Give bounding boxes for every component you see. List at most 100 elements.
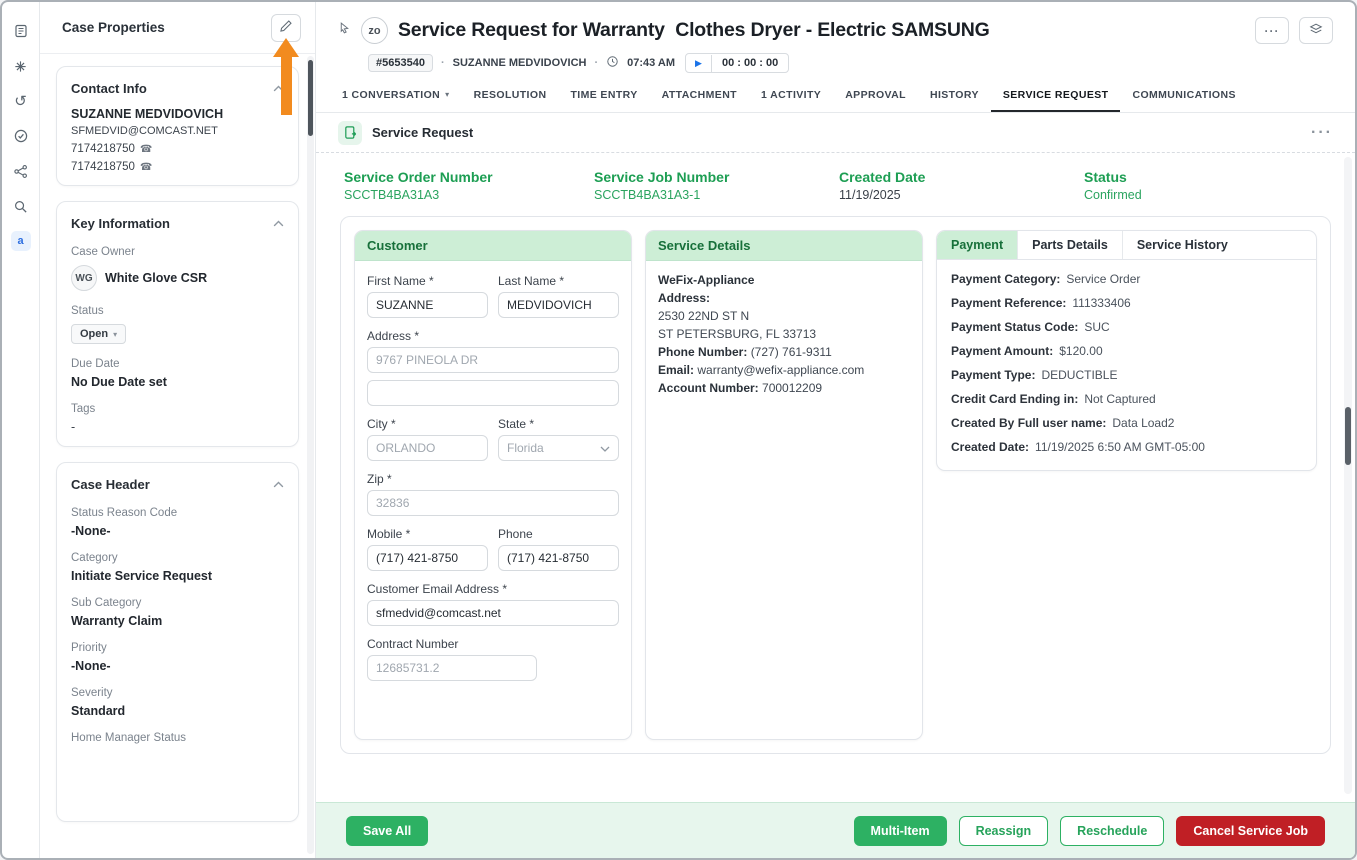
- field-label: Priority: [71, 642, 284, 654]
- contact-name: SUZANNE MEDVIDOVICH: [71, 107, 284, 121]
- case-header-bar: zo Service Request for Warranty Clothes …: [316, 2, 1355, 79]
- service-details-header: Service Details: [646, 231, 922, 261]
- record-tabs: 1 CONVERSATION ▾ RESOLUTION TIME ENTRY A…: [316, 79, 1355, 113]
- reassign-button[interactable]: Reassign: [959, 816, 1049, 846]
- address-line2-input[interactable]: [367, 380, 619, 406]
- address-label: Address *: [367, 329, 619, 343]
- city-label: City *: [367, 417, 488, 431]
- service-request-icon: [338, 121, 362, 145]
- tab-payment[interactable]: Payment: [937, 231, 1018, 259]
- cases-icon[interactable]: [10, 20, 32, 42]
- payment-card: Payment Parts Details Service History Pa…: [936, 230, 1317, 471]
- provider-email-row: Email: warranty@wefix-appliance.com: [658, 361, 910, 379]
- contract-number-input[interactable]: [367, 655, 537, 681]
- details-panel: Customer First Name * Last Name *: [340, 216, 1331, 754]
- zip-label: Zip *: [367, 472, 619, 486]
- mobile-input[interactable]: [367, 545, 488, 571]
- contact-phone-1[interactable]: 7174218750 ☎: [71, 143, 284, 155]
- main-scrollbar[interactable]: [1344, 157, 1352, 794]
- status-label: Status: [71, 305, 284, 317]
- contact-info-card: Contact Info SUZANNE MEDVIDOVICH SFMEDVI…: [56, 66, 299, 186]
- contact-email[interactable]: SFMEDVID@COMCAST.NET: [71, 125, 284, 137]
- history-icon[interactable]: ↺: [10, 90, 32, 112]
- cancel-service-job-button[interactable]: Cancel Service Job: [1176, 816, 1325, 846]
- reschedule-button[interactable]: Reschedule: [1060, 816, 1164, 846]
- page-title: Service Request for Warranty Clothes Dry…: [398, 19, 990, 42]
- state-label: State *: [498, 417, 619, 431]
- tab-conversation[interactable]: 1 CONVERSATION ▾: [330, 79, 462, 112]
- contact-info-header[interactable]: Contact Info: [71, 79, 284, 97]
- main-scrollbar-thumb[interactable]: [1345, 407, 1351, 465]
- approvals-icon[interactable]: [10, 125, 32, 147]
- contract-number-label: Contract Number: [367, 637, 619, 651]
- summary-created-date: Created Date 11/19/2025: [839, 169, 1084, 202]
- phone-icon: ☎: [140, 162, 152, 173]
- case-properties-sidebar: Case Properties Contact Info SUZANNE MED…: [40, 2, 316, 858]
- tab-resolution[interactable]: RESOLUTION: [462, 79, 559, 112]
- customer-email-label: Customer Email Address *: [367, 582, 619, 596]
- key-information-header[interactable]: Key Information: [71, 214, 284, 232]
- last-name-input[interactable]: [498, 292, 619, 318]
- customer-card-header: Customer: [355, 231, 631, 261]
- assistant-icon[interactable]: a: [10, 230, 32, 252]
- payment-row: Payment Type:DEDUCTIBLE: [951, 368, 1302, 382]
- customer-email-input[interactable]: [367, 600, 619, 626]
- status-badge[interactable]: Open ▾: [71, 324, 126, 344]
- phone-input[interactable]: [498, 545, 619, 571]
- play-button[interactable]: ▶: [686, 55, 712, 72]
- city-input[interactable]: [367, 435, 488, 461]
- sidebar-body: Contact Info SUZANNE MEDVIDOVICH SFMEDVI…: [40, 54, 315, 822]
- record-badge: zo: [361, 17, 388, 44]
- address-line1-input[interactable]: [367, 347, 619, 373]
- tab-communications[interactable]: COMMUNICATIONS: [1120, 79, 1247, 112]
- section-more-button[interactable]: ···: [1311, 124, 1333, 142]
- case-time: 07:43 AM: [627, 57, 675, 69]
- service-details-body: WeFix-Appliance Address: 2530 22ND ST N …: [646, 261, 922, 407]
- case-header-card: Case Header Status Reason Code -None- Ca…: [56, 462, 299, 822]
- summary-service-job-number: Service Job Number SCCTB4BA31A3-1: [594, 169, 839, 202]
- section-title: Service Request: [372, 125, 473, 140]
- search-icon[interactable]: [10, 195, 32, 217]
- customer-form: First Name * Last Name * Address *: [355, 261, 631, 693]
- payment-row: Payment Reference:111333406: [951, 296, 1302, 310]
- header-contact-name: SUZANNE MEDVIDOVICH: [453, 57, 587, 69]
- provider-address-line1: 2530 22ND ST N: [658, 307, 910, 325]
- first-name-label: First Name *: [367, 274, 488, 288]
- summary-service-order-number: Service Order Number SCCTB4BA31A3: [344, 169, 594, 202]
- zip-input[interactable]: [367, 490, 619, 516]
- contact-info-heading: Contact Info: [71, 81, 147, 96]
- share-icon[interactable]: [10, 160, 32, 182]
- last-name-label: Last Name *: [498, 274, 619, 288]
- service-details-card: Service Details WeFix-Appliance Address:…: [645, 230, 923, 740]
- contact-phone-2[interactable]: 7174218750 ☎: [71, 161, 284, 173]
- multi-item-button[interactable]: Multi-Item: [854, 816, 947, 846]
- provider-account-row: Account Number: 700012209: [658, 379, 910, 397]
- tab-history[interactable]: HISTORY: [918, 79, 991, 112]
- case-number-chip[interactable]: #5653540: [368, 54, 433, 72]
- case-header-header[interactable]: Case Header: [71, 475, 284, 493]
- tab-attachment[interactable]: ATTACHMENT: [650, 79, 749, 112]
- tab-parts-details[interactable]: Parts Details: [1018, 231, 1123, 259]
- first-name-input[interactable]: [367, 292, 488, 318]
- field-value: Initiate Service Request: [71, 569, 284, 583]
- payment-row: Created By Full user name:Data Load2: [951, 416, 1302, 430]
- due-date-label: Due Date: [71, 358, 284, 370]
- provider-name: WeFix-Appliance: [658, 271, 910, 289]
- provider-address-label: Address:: [658, 289, 910, 307]
- zia-star-icon[interactable]: [10, 55, 32, 77]
- layers-button[interactable]: [1299, 17, 1333, 44]
- save-all-button[interactable]: Save All: [346, 816, 428, 846]
- field-label: Sub Category: [71, 597, 284, 609]
- tab-service-history[interactable]: Service History: [1123, 231, 1242, 259]
- tab-time-entry[interactable]: TIME ENTRY: [558, 79, 649, 112]
- action-bar: Save All Multi-Item Reassign Reschedule …: [316, 802, 1355, 858]
- state-select[interactable]: Florida: [498, 435, 619, 461]
- more-options-button[interactable]: ···: [1255, 17, 1289, 44]
- tab-service-request[interactable]: SERVICE REQUEST: [991, 79, 1121, 112]
- phone-icon: ☎: [140, 144, 152, 155]
- tab-approval[interactable]: APPROVAL: [833, 79, 918, 112]
- service-request-section-bar: Service Request ···: [316, 113, 1355, 153]
- tab-activity[interactable]: 1 ACTIVITY: [749, 79, 833, 112]
- summary-status: Status Confirmed: [1084, 169, 1327, 202]
- field-label: Severity: [71, 687, 284, 699]
